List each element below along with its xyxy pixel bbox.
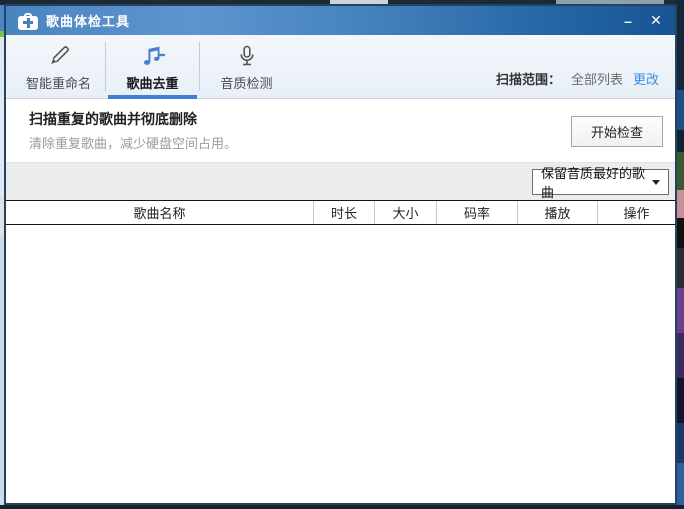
scan-range: 扫描范围： 全部列表 更改 bbox=[496, 69, 659, 88]
tab-smart-rename[interactable]: 智能重命名 bbox=[12, 35, 105, 98]
tab-label: 智能重命名 bbox=[25, 75, 91, 91]
tab-label: 歌曲去重 bbox=[126, 75, 179, 91]
column-header-song-name: 歌曲名称 bbox=[133, 206, 186, 221]
microphone-icon bbox=[235, 42, 259, 68]
tab-label: 音质检测 bbox=[220, 75, 273, 91]
window-title: 歌曲体检工具 bbox=[46, 14, 131, 29]
scan-range-change-link[interactable]: 更改 bbox=[633, 69, 659, 88]
pencil-icon bbox=[47, 42, 71, 68]
minimize-icon[interactable]: – bbox=[617, 10, 639, 32]
song-checkup-dialog: 歌曲体检工具 – ✕ 智能重命名 歌曲去重 音质检测 扫描范围： 全部列表 更改… bbox=[4, 4, 677, 505]
options-toolbar: 保留音质最好的歌曲 bbox=[6, 162, 675, 200]
caret-down-icon bbox=[652, 179, 660, 185]
column-header-size: 大小 bbox=[374, 201, 436, 224]
tab-dedupe[interactable]: 歌曲去重 bbox=[106, 35, 199, 99]
dropdown-value: 保留音质最好的歌曲 bbox=[541, 166, 646, 200]
background-app-bottom bbox=[0, 505, 684, 509]
dedupe-description-section: 扫描重复的歌曲并彻底删除 清除重复歌曲，减少硬盘空间占用。 开始检查 bbox=[6, 99, 675, 162]
scan-range-label: 扫描范围： bbox=[495, 72, 561, 87]
column-header-bitrate: 码率 bbox=[436, 201, 517, 224]
section-title: 扫描重复的歌曲并彻底删除 bbox=[29, 111, 197, 127]
scan-range-value: 全部列表 bbox=[570, 72, 623, 87]
column-header-operation: 操作 bbox=[597, 201, 675, 224]
music-note-icon bbox=[140, 42, 166, 68]
title-bar: 歌曲体检工具 – ✕ bbox=[6, 6, 675, 35]
window-controls: – ✕ bbox=[617, 6, 667, 35]
column-header-play: 播放 bbox=[517, 201, 597, 224]
start-check-button[interactable]: 开始检查 bbox=[571, 116, 663, 147]
close-icon[interactable]: ✕ bbox=[645, 10, 667, 32]
tab-audio-quality[interactable]: 音质检测 bbox=[200, 35, 293, 98]
background-app-right bbox=[677, 0, 684, 509]
first-aid-kit-icon bbox=[18, 12, 38, 30]
table-header: 歌曲名称 时长 大小 码率 播放 操作 bbox=[6, 200, 675, 225]
tab-bar: 智能重命名 歌曲去重 音质检测 扫描范围： 全部列表 更改 bbox=[6, 35, 675, 99]
column-header-duration: 时长 bbox=[313, 201, 374, 224]
keep-quality-dropdown[interactable]: 保留音质最好的歌曲 bbox=[532, 166, 669, 200]
song-table-body bbox=[6, 225, 675, 503]
section-subtitle: 清除重复歌曲，减少硬盘空间占用。 bbox=[29, 136, 238, 151]
